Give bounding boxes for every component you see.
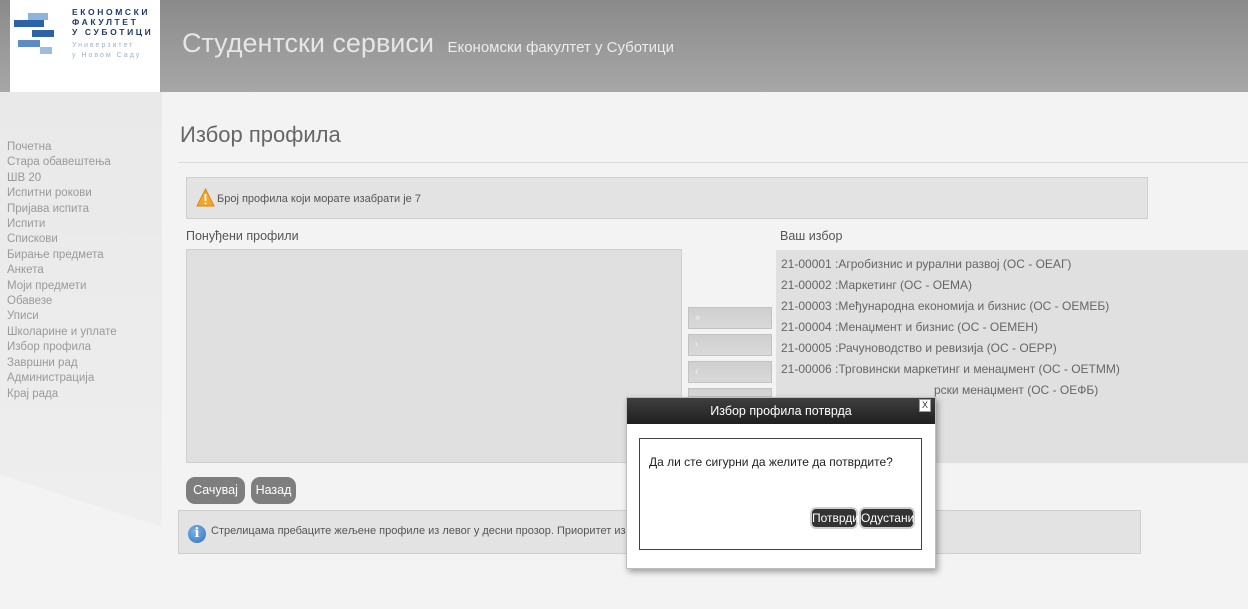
dialog-body: Да ли сте сигурни да желите да потврдите… bbox=[639, 438, 922, 550]
save-button[interactable]: Сачувај bbox=[186, 477, 245, 504]
dialog-message: Да ли сте сигурни да желите да потврдите… bbox=[649, 455, 893, 469]
logo-subtext: Универзитет у Новом Саду bbox=[72, 41, 141, 61]
logo-line: У СУБОТИЦИ bbox=[72, 27, 154, 37]
selected-profile-item[interactable]: рски менаџмент (ОС - ОЕФБ) bbox=[934, 383, 1098, 397]
logo-bar bbox=[14, 20, 44, 27]
sidebar-item-home[interactable]: Почетна bbox=[7, 140, 117, 155]
logo-line: ЕКОНОМСКИ bbox=[72, 7, 151, 17]
warning-icon bbox=[196, 188, 215, 207]
offered-profiles-label: Понуђени профили bbox=[186, 229, 299, 243]
sidebar-item-exam-registration[interactable]: Пријава испита bbox=[7, 202, 117, 217]
faculty-logo[interactable]: ЕКОНОМСКИ ФАКУЛТЕТ У СУБОТИЦИ Универзите… bbox=[10, 0, 160, 92]
sidebar-item-survey[interactable]: Анкета bbox=[7, 263, 117, 278]
site-title-text: Студентски сервиси bbox=[182, 28, 434, 58]
logo-bar bbox=[32, 30, 54, 37]
sidebar-item-lists[interactable]: Спискови bbox=[7, 232, 117, 247]
warning-box: Број профила који морате изабрати је 7 bbox=[186, 177, 1148, 219]
logo-bar bbox=[28, 13, 48, 20]
selected-profile-item[interactable]: 21-00006 :Трговински маркетинг и менаџме… bbox=[781, 362, 1120, 376]
sidebar-item-thesis[interactable]: Завршни рад bbox=[7, 356, 117, 371]
logo-subline: у Новом Саду bbox=[72, 52, 142, 59]
dialog-title: Избор профила потврда bbox=[627, 398, 935, 424]
site-title: Студентски сервиси Економски факултет у … bbox=[182, 28, 674, 59]
selected-profile-item[interactable]: 21-00003 :Међународна економија и бизнис… bbox=[781, 299, 1109, 313]
selected-profiles-label: Ваш избор bbox=[780, 229, 843, 243]
logo-subline: Универзитет bbox=[72, 42, 135, 49]
move-all-right-button[interactable]: » bbox=[688, 307, 772, 329]
sidebar-item-tuition[interactable]: Школарине и уплате bbox=[7, 325, 117, 340]
sidebar-item-my-courses[interactable]: Моји предмети bbox=[7, 279, 117, 294]
move-all-left-button[interactable] bbox=[688, 388, 772, 397]
logo-bar bbox=[18, 40, 40, 47]
sidebar-item-obligations[interactable]: Обавезе bbox=[7, 294, 117, 309]
page-title: Избор профила bbox=[180, 122, 341, 147]
move-left-button[interactable]: ‹ bbox=[688, 361, 772, 383]
sidebar-item-profile-selection[interactable]: Избор профила bbox=[7, 340, 117, 355]
sidebar-item-enrollments[interactable]: Уписи bbox=[7, 309, 117, 324]
title-divider bbox=[178, 162, 1248, 163]
warning-text: Број профила који морате изабрати је 7 bbox=[217, 193, 421, 205]
back-button[interactable]: Назад bbox=[251, 477, 296, 504]
selected-profile-item[interactable]: 21-00005 :Рачуноводство и ревизија (ОС -… bbox=[781, 341, 1057, 355]
sidebar-item-exam-periods[interactable]: Испитни рокови bbox=[7, 186, 117, 201]
sidebar-item-shv20[interactable]: ШВ 20 bbox=[7, 171, 117, 186]
confirm-button[interactable]: Потврди bbox=[810, 507, 859, 529]
close-icon[interactable]: X bbox=[919, 399, 931, 412]
cancel-button[interactable]: Одустани bbox=[859, 507, 915, 529]
header: ЕКОНОМСКИ ФАКУЛТЕТ У СУБОТИЦИ Универзите… bbox=[0, 0, 1248, 92]
logo-bar bbox=[40, 47, 52, 54]
selected-profile-item[interactable]: 21-00004 :Менаџмент и бизнис (ОС - ОЕМЕН… bbox=[781, 320, 1038, 334]
offered-profiles-list[interactable] bbox=[186, 249, 682, 463]
site-subtitle: Економски факултет у Суботици bbox=[447, 39, 675, 56]
selected-profile-item[interactable]: 21-00002 :Маркетинг (ОС - ОЕМА) bbox=[781, 278, 972, 292]
confirm-dialog: Избор профила потврда X Да ли сте сигурн… bbox=[626, 397, 936, 569]
selected-profile-item[interactable]: 21-00001 :Агробизнис и рурални развој (О… bbox=[781, 257, 1071, 271]
move-right-button[interactable]: › bbox=[688, 334, 772, 356]
sidebar-item-administration[interactable]: Администрација bbox=[7, 371, 117, 386]
sidebar-item-old-news[interactable]: Стара обавештења bbox=[7, 155, 117, 170]
sidebar-item-course-selection[interactable]: Бирање предмета bbox=[7, 248, 117, 263]
logo-line: ФАКУЛТЕТ bbox=[72, 17, 139, 27]
info-icon: i bbox=[188, 525, 206, 543]
sidebar-menu: Почетна Стара обавештења ШВ 20 Испитни р… bbox=[7, 140, 117, 402]
info-text: Стрелицама пребаците жељене профиле из л… bbox=[211, 525, 651, 537]
logo-text: ЕКОНОМСКИ ФАКУЛТЕТ У СУБОТИЦИ bbox=[72, 7, 153, 37]
sidebar-item-exams[interactable]: Испити bbox=[7, 217, 117, 232]
sidebar-item-logout[interactable]: Крај рада bbox=[7, 387, 117, 402]
